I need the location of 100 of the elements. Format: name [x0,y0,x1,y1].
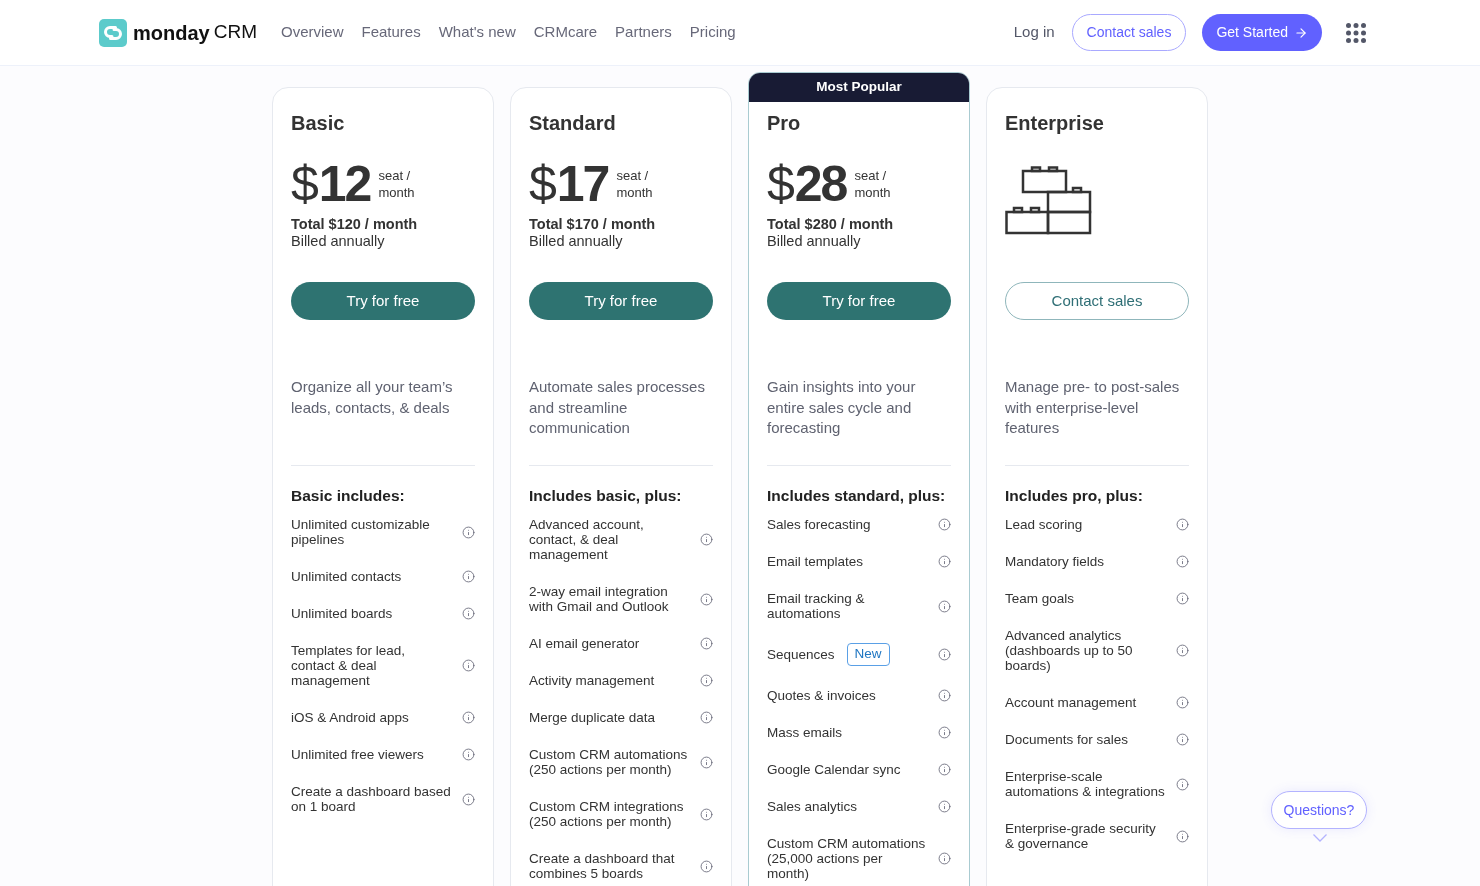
feature-text: Quotes & invoices [767,688,876,703]
login-link[interactable]: Log in [1013,21,1055,44]
feature-text: Mandatory fields [1005,554,1105,569]
info-icon[interactable] [462,607,475,620]
plan-name: Standard [529,111,617,135]
questions-button[interactable]: Questions? [1271,791,1367,829]
nav-link[interactable]: CRMcare [533,21,598,44]
plan-name: Pro [767,111,802,135]
price-currency: $ [529,159,557,209]
price-currency: $ [767,159,795,209]
info-icon[interactable] [700,755,713,769]
feature-text: Sales analytics [767,799,858,814]
feature-text: Advanced account, contact, & deal management [529,517,645,562]
info-icon[interactable] [1176,644,1189,657]
info-icon[interactable] [1176,829,1189,843]
feature-text: 2-way email integration with Gmail and Outlook [529,584,670,614]
nav-link[interactable]: Overview [280,21,344,44]
price-unit: seat / month [854,167,892,201]
price-total: Total $120 / month [291,215,419,233]
bricks-icon [1005,166,1093,236]
plan-name: Enterprise [1005,111,1105,135]
logo-icon[interactable] [99,18,127,47]
feature-text: Create a dashboard that combines 5 boards [529,851,676,881]
info-icon[interactable] [938,599,951,613]
info-icon[interactable] [1176,696,1189,709]
nav-link[interactable]: What's new [438,21,516,44]
feature-text: Activity management [529,673,655,688]
info-icon[interactable] [1176,592,1189,605]
info-icon[interactable] [1176,777,1189,791]
feature-text: Unlimited free viewers [291,747,424,762]
billing-note: Billed annually [767,233,862,249]
info-icon[interactable] [700,533,713,546]
info-icon[interactable] [462,570,475,583]
info-icon[interactable] [700,807,713,821]
info-icon[interactable] [938,648,951,661]
info-icon[interactable] [938,518,951,531]
plan-description: Manage pre- to post-sales with enterprise-level features [1005,377,1181,438]
price-unit: seat / month [616,167,654,201]
plan-description: Automate sales processes and streamline communication [529,377,706,438]
feature-text: Sequences [767,647,835,662]
info-icon[interactable] [1176,555,1189,568]
price-total: Total $280 / month [767,215,895,233]
plan-cta-button[interactable]: Try for free [529,282,713,320]
feature-text: Custom CRM integrations (250 actions per month) [529,799,685,829]
info-icon[interactable] [700,711,713,724]
nav-link[interactable]: Partners [615,21,672,44]
feature-text: Custom CRM automations (250 actions per month) [529,747,689,777]
plan-banner: Most Popular [749,73,969,102]
contact-sales-button[interactable]: Contact sales [1071,14,1187,51]
feature-text: Sales forecasting [767,517,871,532]
feature-text: Create a dashboard based on 1 board [291,784,451,814]
plan-description: Organize all your team’s leads, contacts, & deals [291,377,454,418]
price-amount: 17 [556,159,609,209]
info-icon[interactable] [462,711,475,724]
info-icon[interactable] [938,689,951,702]
info-icon[interactable] [700,674,713,687]
feature-text: Team goals [1005,591,1075,606]
brand-suffix[interactable]: CRM [213,18,257,47]
plan-cta-button[interactable]: Try for free [767,282,951,320]
features-heading: Includes standard, plus: [767,486,947,506]
price-unit: seat / month [378,167,416,201]
info-icon[interactable] [462,525,475,539]
info-icon[interactable] [1176,733,1189,746]
feature-text: AI email generator [529,636,640,651]
feature-text: Google Calendar sync [767,762,901,777]
info-icon[interactable] [700,592,713,606]
plan-cta-button[interactable]: Try for free [291,282,475,320]
feature-text: Advanced analytics (dashboards up to 50 boards) [1005,628,1134,673]
features-heading: Includes basic, plus: [529,486,683,506]
info-icon[interactable] [938,852,951,865]
billing-note: Billed annually [529,233,624,249]
info-icon[interactable] [700,859,713,873]
feature-text: Unlimited boards [291,606,393,621]
feature-text: Templates for lead, contact & deal management [291,643,407,688]
nav-link[interactable]: Features [361,21,421,44]
info-icon[interactable] [938,726,951,739]
info-icon[interactable] [938,800,951,813]
info-icon[interactable] [462,792,475,806]
feature-text: iOS & Android apps [291,710,409,725]
info-icon[interactable] [462,748,475,761]
apps-grid-icon[interactable] [1346,22,1366,43]
feature-text: Custom CRM automations (25,000 actions per month) [767,836,927,881]
info-icon[interactable] [938,763,951,776]
info-icon[interactable] [462,659,475,672]
info-icon[interactable] [700,637,713,650]
brand-name[interactable]: monday [133,17,210,48]
feature-text: Enterprise-scale automations & integrations [1005,769,1165,799]
plan-cta-button[interactable]: Contact sales [1005,282,1189,320]
features-heading: Basic includes: [291,486,406,506]
nav-link[interactable]: Pricing [689,21,736,44]
feature-text: Email tracking & automations [767,591,866,621]
price-amount: 12 [318,159,371,209]
get-started-button[interactable]: Get Started [1202,14,1322,51]
feature-text: Documents for sales [1005,732,1129,747]
plan-description: Gain insights into your entire sales cycle and forecasting [767,377,917,438]
info-icon[interactable] [938,555,951,568]
info-icon[interactable] [1176,518,1189,531]
new-tag: New [846,643,890,666]
price-currency: $ [291,159,319,209]
feature-text: Unlimited customizable pipelines [291,517,431,547]
